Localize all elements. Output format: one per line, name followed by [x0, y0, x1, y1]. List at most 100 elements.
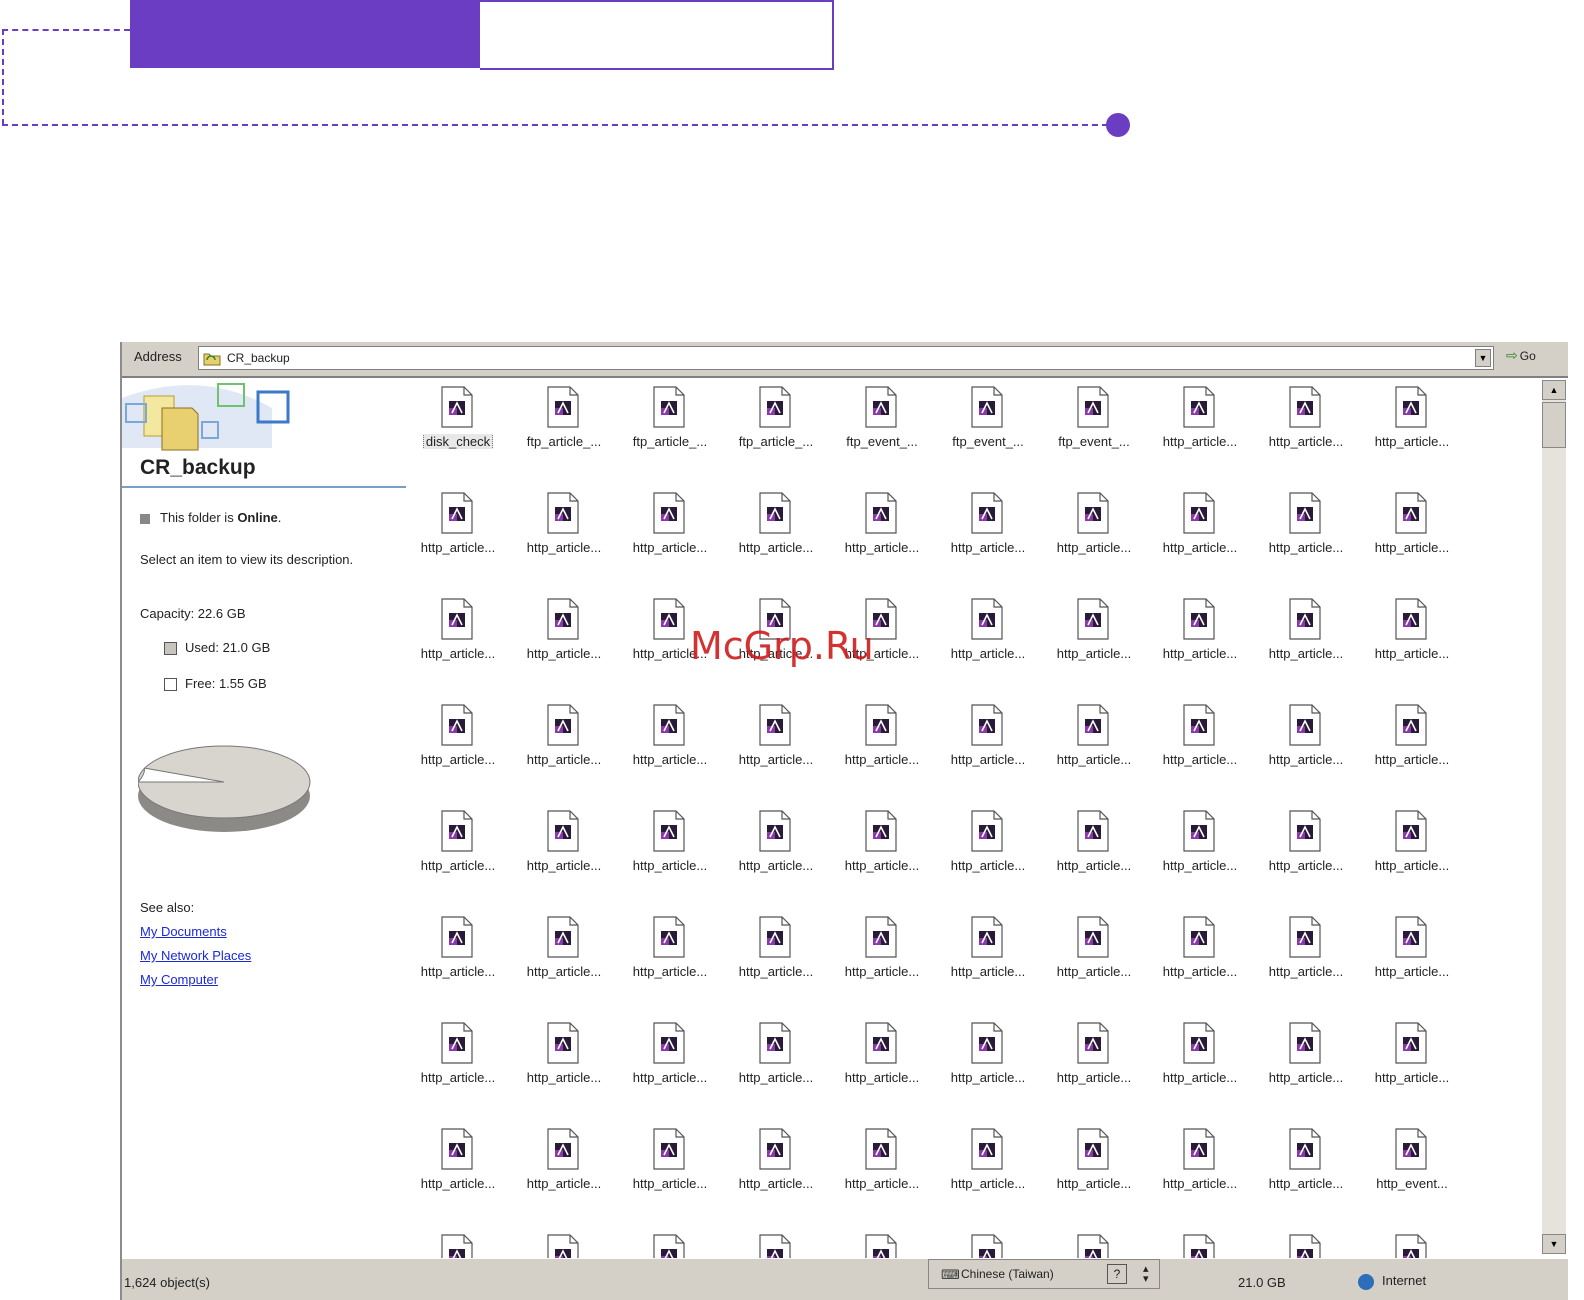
file-item[interactable]: http_article... — [936, 590, 1040, 680]
file-item[interactable]: http_article... — [936, 696, 1040, 786]
file-item[interactable]: http_article... — [406, 908, 510, 998]
file-item[interactable]: http_article... — [724, 484, 828, 574]
file-item[interactable]: http_article... — [1042, 908, 1146, 998]
file-item[interactable]: ftp_event_... — [830, 378, 934, 468]
file-item[interactable]: http_article... — [1254, 1014, 1358, 1104]
file-item[interactable]: http_article... — [1254, 908, 1358, 998]
file-item[interactable]: http_article... — [724, 802, 828, 892]
vertical-scrollbar[interactable]: ▲ ▼ — [1542, 380, 1566, 1254]
file-item[interactable]: http_article... — [1042, 484, 1146, 574]
file-item[interactable]: http_article... — [406, 484, 510, 574]
file-item[interactable]: http_article... — [1254, 802, 1358, 892]
file-item[interactable]: http_article... — [1042, 1120, 1146, 1210]
file-item[interactable]: http_article... — [830, 908, 934, 998]
file-item[interactable]: http_article... — [1360, 1014, 1464, 1104]
file-item[interactable]: http_article... — [1360, 802, 1464, 892]
file-item[interactable]: http_article... — [1042, 590, 1146, 680]
address-input[interactable]: CR_backup ▼ — [198, 346, 1494, 370]
file-item[interactable]: ftp_article_... — [618, 378, 722, 468]
file-item[interactable]: http_article... — [1148, 590, 1252, 680]
file-item[interactable]: http_article... — [1042, 802, 1146, 892]
file-item[interactable]: http_article... — [830, 1014, 934, 1104]
file-item[interactable]: http_article... — [1148, 696, 1252, 786]
file-icon — [1077, 704, 1109, 746]
file-item[interactable]: http_article... — [1148, 1120, 1252, 1210]
header-dashed-line — [2, 29, 130, 31]
file-item[interactable]: http_article... — [1254, 590, 1358, 680]
file-label: http_article... — [1374, 964, 1450, 979]
file-item[interactable]: http_article... — [618, 1120, 722, 1210]
file-icon — [971, 1128, 1003, 1170]
chevron-down-icon[interactable]: ▼ — [1475, 349, 1491, 367]
file-item[interactable]: http_article... — [1148, 484, 1252, 574]
file-item[interactable]: http_article... — [618, 696, 722, 786]
file-label: http_article... — [844, 964, 920, 979]
link-my-documents[interactable]: My Documents — [140, 924, 227, 939]
file-item[interactable]: http_article... — [724, 1014, 828, 1104]
file-item[interactable]: http_article... — [618, 484, 722, 574]
file-item[interactable]: ftp_event_... — [1042, 378, 1146, 468]
file-item[interactable]: http_article... — [406, 696, 510, 786]
file-item[interactable]: http_article... — [1148, 908, 1252, 998]
file-item[interactable]: http_article... — [512, 590, 616, 680]
file-item[interactable]: http_article... — [618, 908, 722, 998]
help-icon[interactable]: ? — [1107, 1264, 1127, 1284]
file-item[interactable]: http_article... — [830, 696, 934, 786]
file-item[interactable]: http_article... — [512, 802, 616, 892]
file-item[interactable]: http_article... — [406, 1120, 510, 1210]
file-item[interactable]: ftp_event_... — [936, 378, 1040, 468]
file-item[interactable]: http_article... — [512, 484, 616, 574]
file-item[interactable]: http_article... — [1360, 696, 1464, 786]
file-item[interactable]: http_article... — [1360, 908, 1464, 998]
file-item[interactable]: http_article... — [512, 908, 616, 998]
link-my-network-places[interactable]: My Network Places — [140, 948, 251, 963]
file-item[interactable]: http_article... — [618, 1014, 722, 1104]
updown-arrow-icon[interactable]: ▴ ▾ — [1143, 1264, 1149, 1285]
scroll-thumb[interactable] — [1542, 402, 1566, 448]
file-icon — [547, 810, 579, 852]
file-icon — [547, 492, 579, 534]
file-item[interactable]: http_article... — [936, 484, 1040, 574]
file-item[interactable]: http_article... — [1254, 484, 1358, 574]
file-item[interactable]: http_article... — [724, 908, 828, 998]
file-item[interactable]: http_article... — [1360, 590, 1464, 680]
file-item[interactable]: http_article... — [1148, 1014, 1252, 1104]
file-item[interactable]: http_event... — [1360, 1120, 1464, 1210]
file-item[interactable]: http_article... — [830, 484, 934, 574]
file-item[interactable]: http_article... — [830, 802, 934, 892]
file-item[interactable]: http_article... — [1042, 696, 1146, 786]
scroll-down-arrow-icon[interactable]: ▼ — [1542, 1234, 1566, 1254]
file-item[interactable]: http_article... — [1254, 696, 1358, 786]
file-item[interactable]: http_article... — [1042, 1014, 1146, 1104]
file-item[interactable]: http_article... — [936, 802, 1040, 892]
file-item[interactable]: http_article... — [936, 908, 1040, 998]
language-bar[interactable]: ⌨ Chinese (Taiwan) ? ▴ ▾ — [928, 1259, 1160, 1289]
go-button[interactable]: ⇨ Go — [1506, 347, 1564, 371]
file-item[interactable]: http_article... — [1360, 378, 1464, 468]
file-item[interactable]: ftp_article_... — [724, 378, 828, 468]
file-item[interactable]: http_article... — [724, 1120, 828, 1210]
watermark-text: McGrp.Ru — [690, 624, 874, 668]
file-item[interactable]: http_article... — [512, 1014, 616, 1104]
file-item[interactable]: http_article... — [936, 1014, 1040, 1104]
file-item[interactable]: http_article... — [1254, 1120, 1358, 1210]
file-item[interactable]: ftp_article_... — [512, 378, 616, 468]
file-icon — [547, 916, 579, 958]
file-item[interactable]: http_article... — [830, 1120, 934, 1210]
file-item[interactable]: http_article... — [1148, 378, 1252, 468]
scroll-up-arrow-icon[interactable]: ▲ — [1542, 380, 1566, 400]
file-item[interactable]: http_article... — [512, 696, 616, 786]
file-item[interactable]: http_article... — [406, 802, 510, 892]
file-item[interactable]: http_article... — [406, 1014, 510, 1104]
file-item[interactable]: disk_check — [406, 378, 510, 468]
file-item[interactable]: http_article... — [1360, 484, 1464, 574]
file-item[interactable]: http_article... — [936, 1120, 1040, 1210]
file-item[interactable]: http_article... — [512, 1120, 616, 1210]
file-item[interactable]: http_article... — [724, 696, 828, 786]
file-item[interactable]: http_article... — [406, 590, 510, 680]
file-item[interactable]: http_article... — [1148, 802, 1252, 892]
file-item[interactable]: http_article... — [618, 802, 722, 892]
link-my-computer[interactable]: My Computer — [140, 972, 218, 987]
file-label: http_article... — [1162, 1176, 1238, 1191]
file-item[interactable]: http_article... — [1254, 378, 1358, 468]
